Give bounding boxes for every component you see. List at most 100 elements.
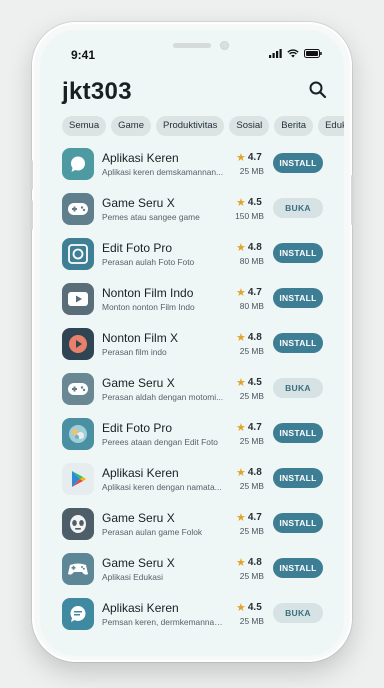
- gamepad-icon[interactable]: [62, 193, 94, 225]
- chip-game[interactable]: Game: [111, 116, 151, 136]
- rating-value: 4.5: [247, 197, 262, 208]
- app-rating: ★ 4.5: [236, 602, 262, 613]
- app-rating: ★ 4.7: [236, 422, 262, 433]
- app-description: Pemsan keren, dermkemannann...: [102, 617, 226, 627]
- app-rating: ★ 4.7: [236, 512, 262, 523]
- app-rating: ★ 4.8: [236, 557, 262, 568]
- star-icon: ★: [236, 421, 246, 434]
- app-name: Nonton Film X: [102, 331, 179, 345]
- install-button[interactable]: INSTALL: [273, 513, 323, 533]
- star-icon: ★: [236, 196, 246, 209]
- install-button[interactable]: INSTALL: [273, 153, 323, 173]
- rating-value: 4.8: [247, 332, 262, 343]
- app-size: 25 MB: [239, 436, 264, 446]
- install-button[interactable]: INSTALL: [273, 423, 323, 443]
- speaker-pill: [173, 43, 211, 48]
- install-button[interactable]: INSTALL: [273, 288, 323, 308]
- play-circle-icon[interactable]: [62, 328, 94, 360]
- app-title: jkt303: [62, 78, 132, 105]
- photo-globe-icon[interactable]: [62, 418, 94, 450]
- app-size: 25 MB: [239, 481, 264, 491]
- message-icon[interactable]: [62, 598, 94, 630]
- app-size: 25 MB: [239, 346, 264, 356]
- install-button[interactable]: INSTALL: [273, 558, 323, 578]
- app-row[interactable]: Game Seru X Perasan aulan game Folok ★ 4.7 2…: [40, 504, 344, 549]
- photo-frame-icon[interactable]: [62, 238, 94, 270]
- rating-value: 4.5: [247, 377, 262, 388]
- search-button[interactable]: [308, 80, 332, 104]
- app-row[interactable]: Aplikasi Keren Pemsan keren, dermkemannan…: [40, 594, 344, 639]
- app-rating: ★ 4.5: [236, 377, 262, 388]
- app-row[interactable]: Game Seru X Perasan aldah dengan motomi..…: [40, 369, 344, 414]
- app-row[interactable]: Nonton Film X Perasan film indo ★ 4.8 25 MB I…: [40, 324, 344, 369]
- app-rating: ★ 4.7: [236, 152, 262, 163]
- search-icon: [309, 81, 327, 99]
- star-icon: ★: [236, 241, 246, 254]
- app-name: Aplikasi Keren: [102, 601, 179, 615]
- app-rating: ★ 4.8: [236, 242, 262, 253]
- rating-value: 4.8: [247, 242, 262, 253]
- chip-sosial[interactable]: Sosial: [229, 116, 270, 136]
- app-screen: 9:41 jkt303 Semua Game Produktivitas Sos…: [40, 30, 344, 656]
- app-rating: ★ 4.8: [236, 467, 262, 478]
- app-size: 150 MB: [235, 211, 264, 221]
- star-icon: ★: [236, 466, 246, 479]
- chip-semua[interactable]: Semua: [62, 116, 107, 136]
- install-button[interactable]: INSTALL: [273, 468, 323, 488]
- star-icon: ★: [236, 511, 246, 524]
- app-rating: ★ 4.8: [236, 332, 262, 343]
- chip-produktivitas[interactable]: Produktivitas: [155, 116, 225, 136]
- app-list: Aplikasi Keren Aplikasi keren demskamanna…: [40, 144, 344, 639]
- app-name: Game Seru X: [102, 511, 175, 525]
- app-description: Perasan aulan game Folok: [102, 527, 203, 537]
- app-header: jkt303: [62, 78, 327, 118]
- app-row[interactable]: Aplikasi Keren Aplikasi keren dengan nama…: [40, 459, 344, 504]
- app-size: 25 MB: [239, 526, 264, 536]
- rating-value: 4.7: [247, 152, 262, 163]
- app-row[interactable]: Game Seru X Pemes atau sangee game ★ 4.5 150…: [40, 189, 344, 234]
- status-bar: 9:41: [40, 30, 344, 70]
- alien-face-icon[interactable]: [62, 508, 94, 540]
- star-icon: ★: [236, 286, 246, 299]
- chip-edukasi[interactable]: Edukasi: [318, 116, 344, 136]
- app-size: 25 MB: [239, 391, 264, 401]
- star-icon: ★: [236, 331, 246, 344]
- chat-bubble-icon[interactable]: [62, 148, 94, 180]
- app-name: Game Seru X: [102, 376, 175, 390]
- game-controller-icon[interactable]: [62, 553, 94, 585]
- front-camera: [220, 41, 229, 50]
- app-row[interactable]: Aplikasi Keren Aplikasi keren demskamanna…: [40, 144, 344, 189]
- app-row[interactable]: Edit Foto Pro Perees ataan dengan Edit Fo…: [40, 414, 344, 459]
- app-row[interactable]: Game Seru X Aplikasi Edukasi ★ 4.8 25 MB INST…: [40, 549, 344, 594]
- app-rating: ★ 4.5: [236, 197, 262, 208]
- play-store-icon[interactable]: [62, 463, 94, 495]
- side-button-left: [30, 160, 33, 190]
- app-description: Aplikasi keren dengan namata...: [102, 482, 222, 492]
- install-button[interactable]: INSTALL: [273, 333, 323, 353]
- rating-value: 4.5: [247, 602, 262, 613]
- status-icons: [269, 49, 322, 58]
- app-row[interactable]: Edit Foto Pro Perasan aulah Foto Foto ★ 4.8…: [40, 234, 344, 279]
- app-size: 80 MB: [239, 301, 264, 311]
- open-button[interactable]: BUKA: [273, 198, 323, 218]
- app-description: Perees ataan dengan Edit Foto: [102, 437, 218, 447]
- app-row[interactable]: Nonton Film Indo Monton nonton Film Indo ★…: [40, 279, 344, 324]
- gamepad-icon[interactable]: [62, 373, 94, 405]
- video-play-icon[interactable]: [62, 283, 94, 315]
- battery-icon: [304, 49, 322, 58]
- app-description: Perasan aldah dengan motomi...: [102, 392, 224, 402]
- install-button[interactable]: INSTALL: [273, 243, 323, 263]
- side-button-right: [351, 175, 354, 225]
- open-button[interactable]: BUKA: [273, 603, 323, 623]
- app-name: Nonton Film Indo: [102, 286, 194, 300]
- side-button-left-2: [30, 200, 33, 230]
- app-description: Pemes atau sangee game: [102, 212, 200, 222]
- chip-berita[interactable]: Berita: [274, 116, 314, 136]
- rating-value: 4.7: [247, 287, 262, 298]
- app-name: Edit Foto Pro: [102, 241, 173, 255]
- app-description: Monton nonton Film Indo: [102, 302, 195, 312]
- open-button[interactable]: BUKA: [273, 378, 323, 398]
- app-size: 25 MB: [239, 571, 264, 581]
- app-size: 80 MB: [239, 256, 264, 266]
- star-icon: ★: [236, 556, 246, 569]
